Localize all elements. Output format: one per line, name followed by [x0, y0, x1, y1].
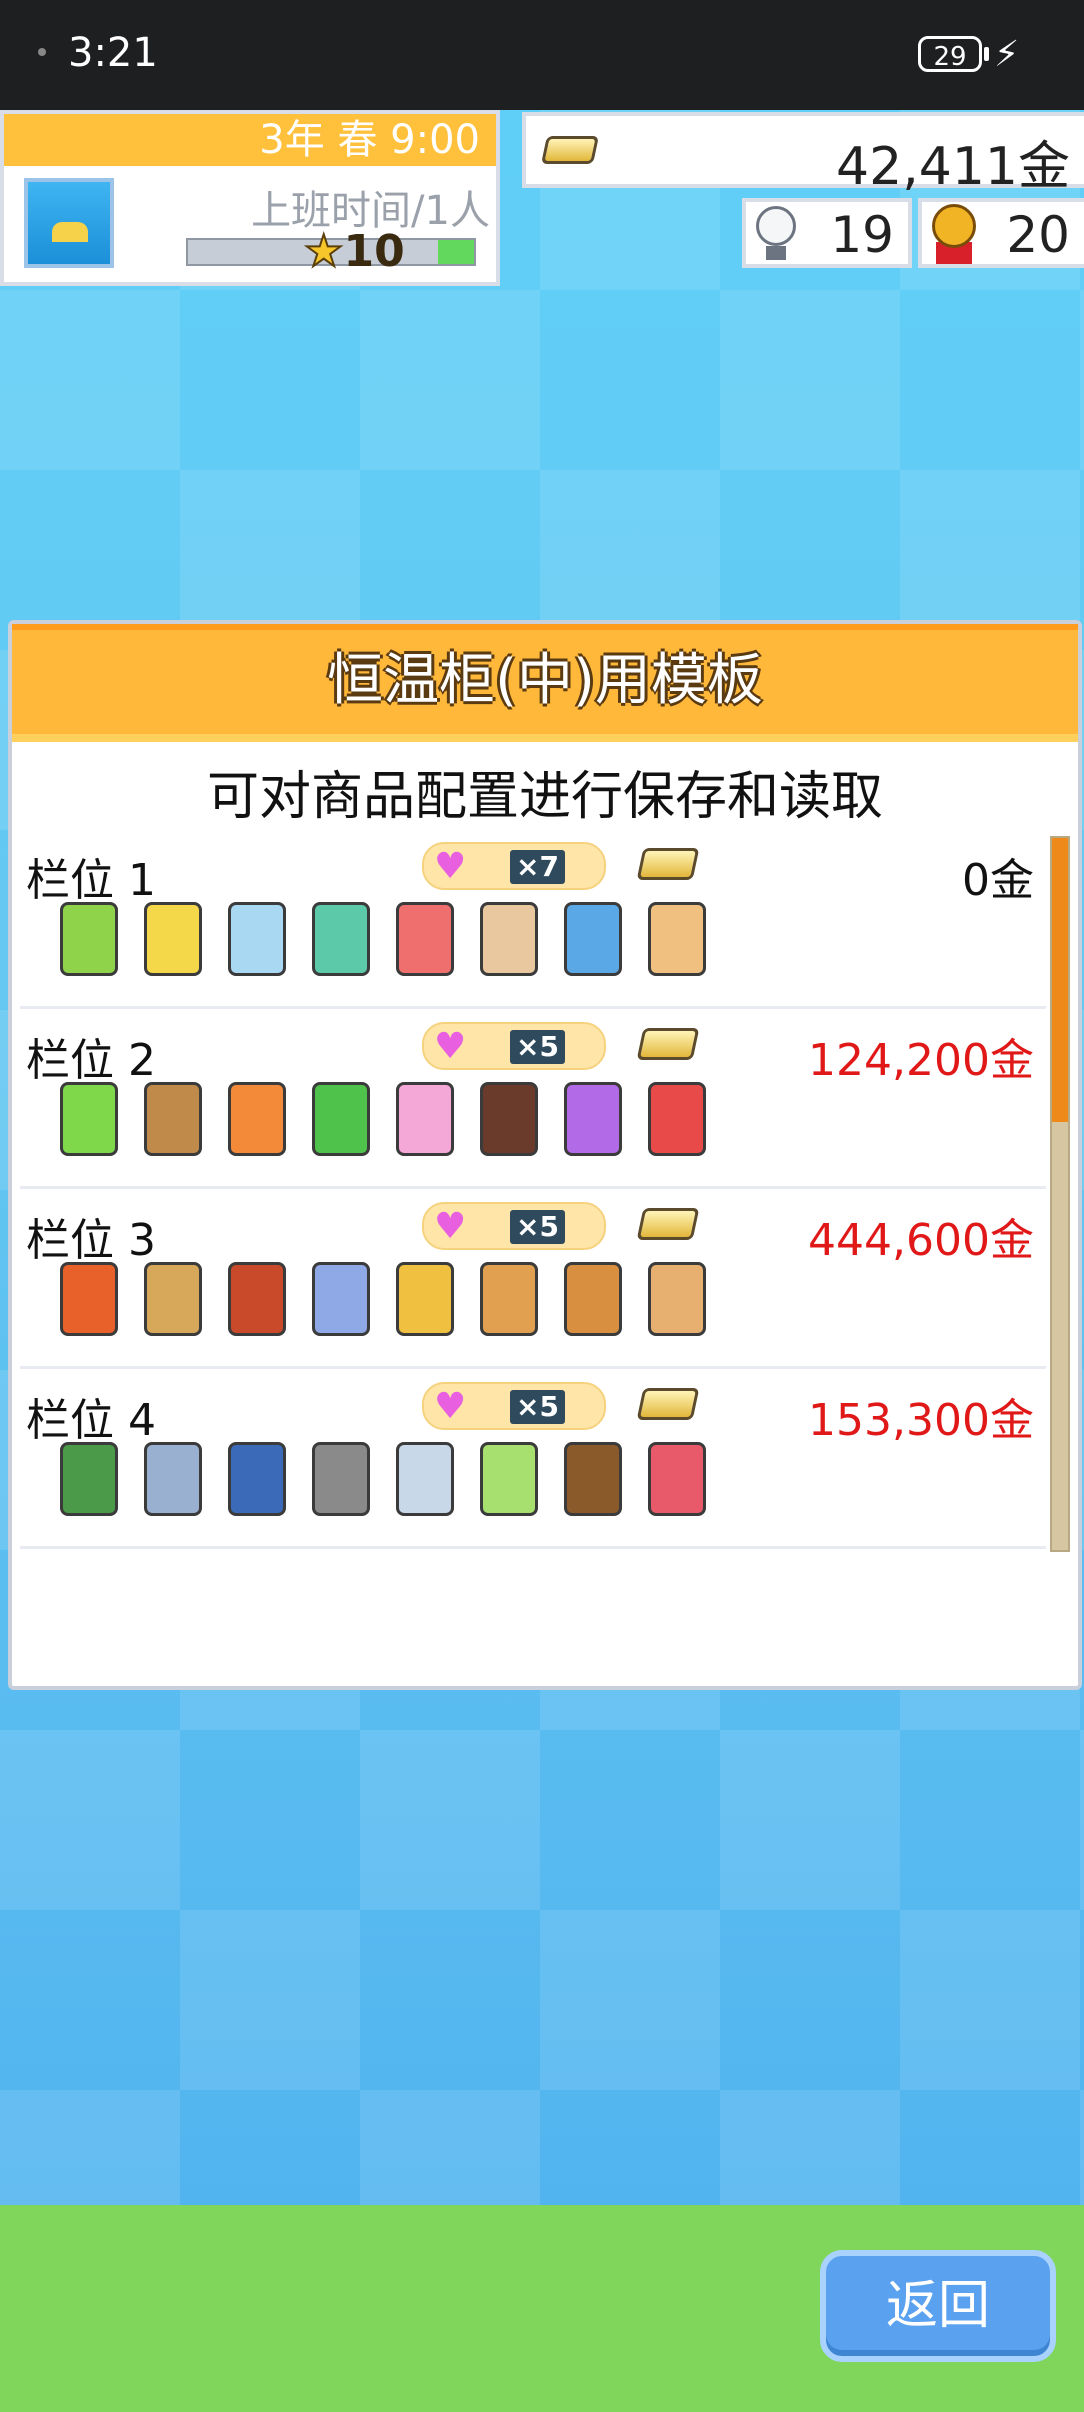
product-item-icon — [312, 1262, 370, 1336]
gold-bar-icon — [541, 136, 599, 164]
product-item-icon — [60, 902, 118, 976]
store-avatar — [24, 178, 114, 268]
template-dialog: 恒温柜(中)用模板 可对商品配置进行保存和读取 栏位 1 ♥ ×7 0金 栏位 … — [8, 620, 1082, 1690]
money-panel: 42,411金 — [522, 112, 1084, 197]
product-item-icon — [648, 1442, 706, 1516]
item-count: ×5 — [510, 1210, 565, 1244]
gold-bar-icon — [636, 1028, 700, 1060]
product-item-icon — [396, 902, 454, 976]
idea-points-panel: 19 — [742, 198, 912, 268]
popularity-badge: ♥ ×7 — [422, 842, 606, 890]
popularity-badge: ♥ ×5 — [422, 1022, 606, 1070]
product-item-icon — [480, 902, 538, 976]
product-item-icon — [312, 902, 370, 976]
product-item-icon — [564, 1262, 622, 1336]
date-display: 3年 春 9:00 — [4, 114, 496, 166]
product-item-icon — [144, 902, 202, 976]
slot-price: 444,600金 — [808, 1215, 1034, 1266]
notification-dot — [38, 48, 46, 56]
product-item-icon — [144, 1082, 202, 1156]
product-item-icon — [144, 1442, 202, 1516]
product-item-icon — [648, 1082, 706, 1156]
product-item-icon — [60, 1082, 118, 1156]
template-slot[interactable]: 栏位 1 ♥ ×7 0金 — [20, 834, 1046, 1009]
scrollbar-thumb[interactable] — [1052, 838, 1068, 1122]
popularity-badge: ♥ ×5 — [422, 1202, 606, 1250]
item-count: ×7 — [510, 850, 565, 884]
lightbulb-icon — [756, 206, 796, 246]
product-item-icon — [564, 1082, 622, 1156]
status-time: 3:21 — [68, 30, 158, 76]
slot-price: 153,300金 — [808, 1395, 1034, 1446]
slot-price: 0金 — [962, 855, 1034, 906]
slot-items — [60, 1082, 780, 1172]
item-count: ×5 — [510, 1030, 565, 1064]
gold-bar-icon — [636, 848, 700, 880]
product-item-icon — [396, 1082, 454, 1156]
product-item-icon — [60, 1262, 118, 1336]
product-item-icon — [648, 902, 706, 976]
product-item-icon — [60, 1442, 118, 1516]
charging-bolt-icon: ⚡ — [994, 34, 1020, 75]
template-slot[interactable]: 栏位 3 ♥ ×5 444,600金 — [20, 1194, 1046, 1369]
slot-list[interactable]: 栏位 1 ♥ ×7 0金 栏位 2 ♥ ×5 124,200金 栏位 3 ♥ ×… — [20, 834, 1056, 1554]
item-count: ×5 — [510, 1390, 565, 1424]
slot-items — [60, 1442, 780, 1532]
product-item-icon — [396, 1262, 454, 1336]
product-item-icon — [648, 1262, 706, 1336]
money-value: 42,411金 — [836, 137, 1070, 197]
product-item-icon — [396, 1442, 454, 1516]
product-item-icon — [228, 1082, 286, 1156]
product-item-icon — [312, 1082, 370, 1156]
medal-icon — [932, 204, 976, 248]
product-item-icon — [564, 1442, 622, 1516]
slot-label: 栏位 4 — [26, 1395, 156, 1446]
product-item-icon — [480, 1082, 538, 1156]
product-item-icon — [564, 902, 622, 976]
heart-icon: ♥ — [434, 1386, 467, 1427]
template-slot[interactable]: 栏位 2 ♥ ×5 124,200金 — [20, 1014, 1046, 1189]
slot-label: 栏位 2 — [26, 1035, 156, 1086]
dialog-title: 恒温柜(中)用模板 — [12, 624, 1078, 742]
medals-value: 20 — [1006, 206, 1070, 264]
slot-items — [60, 1262, 780, 1352]
heart-icon: ♥ — [434, 1206, 467, 1247]
product-item-icon — [228, 1262, 286, 1336]
product-item-icon — [480, 1262, 538, 1336]
slot-label: 栏位 3 — [26, 1215, 156, 1266]
template-slot[interactable]: 栏位 4 ♥ ×5 153,300金 — [20, 1374, 1046, 1549]
product-item-icon — [144, 1262, 202, 1336]
status-bar: 3:21 29 ⚡ — [0, 0, 1084, 110]
product-item-icon — [480, 1442, 538, 1516]
popularity-badge: ♥ ×5 — [422, 1382, 606, 1430]
product-item-icon — [228, 902, 286, 976]
heart-icon: ♥ — [434, 846, 467, 887]
store-level: ★10 — [303, 225, 405, 278]
product-item-icon — [228, 1442, 286, 1516]
level-value: 10 — [343, 226, 405, 277]
slot-label: 栏位 1 — [26, 855, 156, 906]
gold-bar-icon — [636, 1208, 700, 1240]
dialog-subtitle: 可对商品配置进行保存和读取 — [206, 767, 883, 827]
medals-panel: 20 — [918, 198, 1084, 268]
gold-bar-icon — [636, 1388, 700, 1420]
star-icon: ★ — [303, 225, 344, 278]
battery-tip — [984, 47, 989, 61]
heart-icon: ♥ — [434, 1026, 467, 1067]
store-info-panel[interactable]: 3年 春 9:00 上班时间/1人 ★10 — [0, 110, 500, 286]
battery-icon: 29 — [918, 36, 982, 72]
back-button[interactable]: 返回 — [820, 2250, 1056, 2362]
slot-items — [60, 902, 780, 992]
product-item-icon — [312, 1442, 370, 1516]
idea-points-value: 19 — [830, 206, 894, 264]
slot-price: 124,200金 — [808, 1035, 1034, 1086]
slot-list-scrollbar[interactable] — [1050, 836, 1070, 1552]
